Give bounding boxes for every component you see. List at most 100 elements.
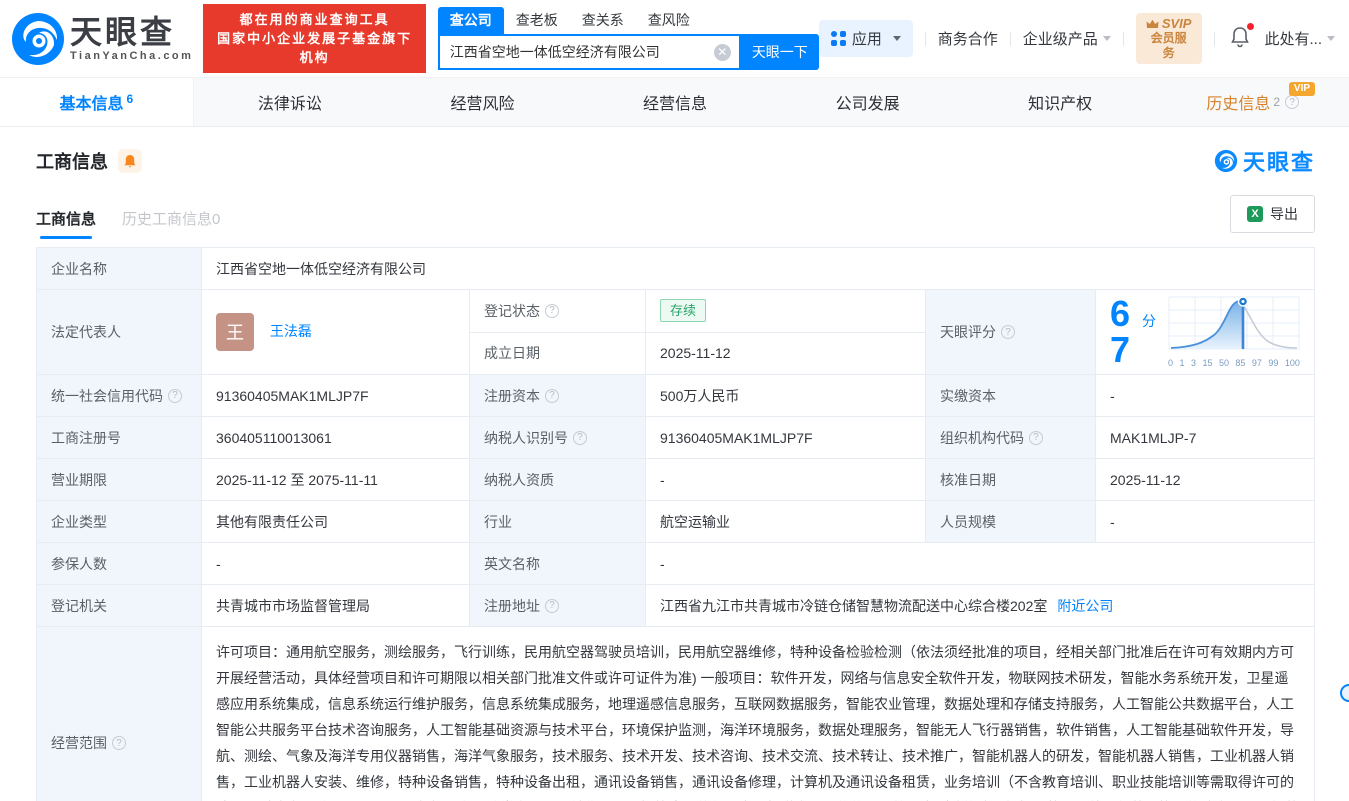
svip-member-service[interactable]: SVIP 会员服务: [1136, 13, 1202, 64]
help-icon[interactable]: ?: [112, 736, 126, 750]
notification-bell[interactable]: [1230, 26, 1250, 51]
chevron-down-icon: [1327, 36, 1335, 41]
divider: [1214, 32, 1215, 46]
industry-label: 行业: [470, 501, 646, 543]
avatar: 王: [216, 313, 254, 351]
apps-menu[interactable]: 应用: [819, 20, 913, 57]
nav-business-cooperation[interactable]: 商务合作: [938, 28, 998, 49]
tianyancha-logo[interactable]: 天眼查 TianYanCha.com: [10, 11, 193, 67]
notification-dot: [1247, 23, 1254, 30]
tab-legal-proceedings[interactable]: 法律诉讼: [194, 78, 387, 126]
table-row: 营业期限 2025-11-12 至 2075-11-11 纳税人资质 - 核准日…: [37, 459, 1315, 501]
tab-count: 6: [126, 92, 133, 106]
tianyancha-logo-icon: [10, 11, 66, 67]
promo-banner: 都在用的商业查询工具 国家中小企业发展子基金旗下机构: [203, 4, 425, 73]
reg-number-value: 360405110013061: [202, 417, 470, 459]
nav-enterprise-products[interactable]: 企业级产品: [1023, 28, 1111, 49]
score-label: 天眼评分 ?: [926, 290, 1096, 375]
search-button[interactable]: 天眼一下: [741, 34, 819, 70]
establish-date-value: 2025-11-12: [646, 332, 926, 375]
main-content: 工商信息 天眼查 工商信息 历史工商信息0 X 导出: [0, 127, 1349, 801]
taxpayer-id-label: 纳税人识别号 ?: [470, 417, 646, 459]
tab-history-info[interactable]: VIP 历史信息 2 ?: [1156, 78, 1349, 126]
org-code-value: MAK1MLJP-7: [1096, 417, 1315, 459]
section-title: 工商信息: [36, 148, 108, 174]
uscc-value: 91360405MAK1MLJP7F: [202, 375, 470, 417]
table-row: 工商注册号 360405110013061 纳税人识别号 ? 91360405M…: [37, 417, 1315, 459]
alert-bell-icon: [123, 154, 137, 169]
tab-basic-info[interactable]: 基本信息 6: [0, 78, 194, 126]
help-icon[interactable]: ?: [545, 304, 559, 318]
nearby-companies-link[interactable]: 附近公司: [1057, 598, 1113, 614]
apps-grid-icon: [831, 31, 846, 46]
registration-authority-value: 共青城市市场监督管理局: [202, 585, 470, 627]
insured-count-label: 参保人数: [37, 543, 202, 585]
company-name-label: 企业名称: [37, 248, 202, 290]
reg-status-label: 登记状态 ?: [470, 290, 646, 333]
logo-domain: TianYanCha.com: [70, 50, 193, 62]
company-tab-bar: 基本信息 6 法律诉讼 经营风险 经营信息 公司发展 知识产权 VIP 历史信息…: [0, 77, 1349, 127]
paid-capital-value: -: [1096, 375, 1315, 417]
divider: [1123, 32, 1124, 46]
score-cell: 67 分: [1096, 290, 1315, 375]
clear-icon[interactable]: ✕: [714, 44, 731, 61]
help-icon[interactable]: ?: [573, 431, 587, 445]
legal-rep-cell: 王 王法磊: [202, 290, 470, 375]
search-tab-boss[interactable]: 查老板: [504, 7, 570, 34]
paid-capital-label: 实缴资本: [926, 375, 1096, 417]
english-name-label: 英文名称: [470, 543, 646, 585]
establish-date-label: 成立日期: [470, 332, 646, 375]
search-input[interactable]: [440, 44, 714, 60]
chevron-down-icon: [1103, 36, 1111, 41]
tab-intellectual-property[interactable]: 知识产权: [964, 78, 1157, 126]
subtab-history-business-info[interactable]: 历史工商信息0: [122, 208, 220, 239]
reg-capital-label: 注册资本 ?: [470, 375, 646, 417]
reg-number-label: 工商注册号: [37, 417, 202, 459]
help-icon[interactable]: ?: [168, 389, 182, 403]
staff-size-value: -: [1096, 501, 1315, 543]
approval-date-label: 核准日期: [926, 459, 1096, 501]
promo-line1: 都在用的商业查询工具: [213, 10, 415, 29]
uscc-label: 统一社会信用代码 ?: [37, 375, 202, 417]
apps-label: 应用: [852, 28, 882, 49]
search-module: 查公司 查老板 查关系 查风险 ✕ 天眼一下: [438, 7, 819, 70]
floating-widget[interactable]: [1340, 684, 1349, 702]
divider: [925, 32, 926, 46]
table-row: 企业类型 其他有限责任公司 行业 航空运输业 人员规模 -: [37, 501, 1315, 543]
tianyancha-watermark: 天眼查: [1214, 145, 1315, 177]
insured-count-value: -: [202, 543, 470, 585]
monitor-bell-button[interactable]: [118, 149, 142, 173]
user-menu[interactable]: 此处有...: [1264, 28, 1335, 49]
taxpayer-qualification-label: 纳税人资质: [470, 459, 646, 501]
score-unit: 分: [1142, 311, 1156, 331]
table-row: 统一社会信用代码 ? 91360405MAK1MLJP7F 注册资本 ? 500…: [37, 375, 1315, 417]
industry-value: 航空运输业: [646, 501, 926, 543]
table-row: 登记机关 共青城市市场监督管理局 注册地址 ? 江西省九江市共青城市冷链仓储智慧…: [37, 585, 1315, 627]
help-icon[interactable]: ?: [1285, 95, 1299, 109]
export-button[interactable]: X 导出: [1230, 195, 1315, 233]
tab-operation-risk[interactable]: 经营风险: [386, 78, 579, 126]
legal-rep-link[interactable]: 王法磊: [270, 323, 312, 339]
excel-icon: X: [1247, 206, 1263, 222]
table-row: 参保人数 - 英文名称 -: [37, 543, 1315, 585]
top-header: 天眼查 TianYanCha.com 都在用的商业查询工具 国家中小企业发展子基…: [0, 0, 1349, 77]
business-term-label: 营业期限: [37, 459, 202, 501]
tab-company-development[interactable]: 公司发展: [771, 78, 964, 126]
search-tab-company[interactable]: 查公司: [438, 7, 504, 34]
tianyancha-watermark-icon: [1214, 149, 1238, 173]
business-scope-label: 经营范围 ?: [37, 627, 202, 801]
tab-operation-info[interactable]: 经营信息: [579, 78, 772, 126]
help-icon[interactable]: ?: [1001, 325, 1015, 339]
score-distribution-chart[interactable]: 01 315 5085 9799 100: [1168, 296, 1300, 368]
search-tab-relation[interactable]: 查关系: [570, 7, 636, 34]
help-icon[interactable]: ?: [1029, 431, 1043, 445]
help-icon[interactable]: ?: [545, 599, 559, 613]
promo-line2: 国家中小企业发展子基金旗下机构: [213, 29, 415, 67]
score-value: 67: [1110, 296, 1140, 368]
help-icon[interactable]: ?: [545, 389, 559, 403]
company-type-label: 企业类型: [37, 501, 202, 543]
taxpayer-id-value: 91360405MAK1MLJP7F: [646, 417, 926, 459]
reg-status-value: 存续: [646, 290, 926, 333]
search-tab-risk[interactable]: 查风险: [636, 7, 702, 34]
subtab-business-info[interactable]: 工商信息: [36, 208, 96, 239]
